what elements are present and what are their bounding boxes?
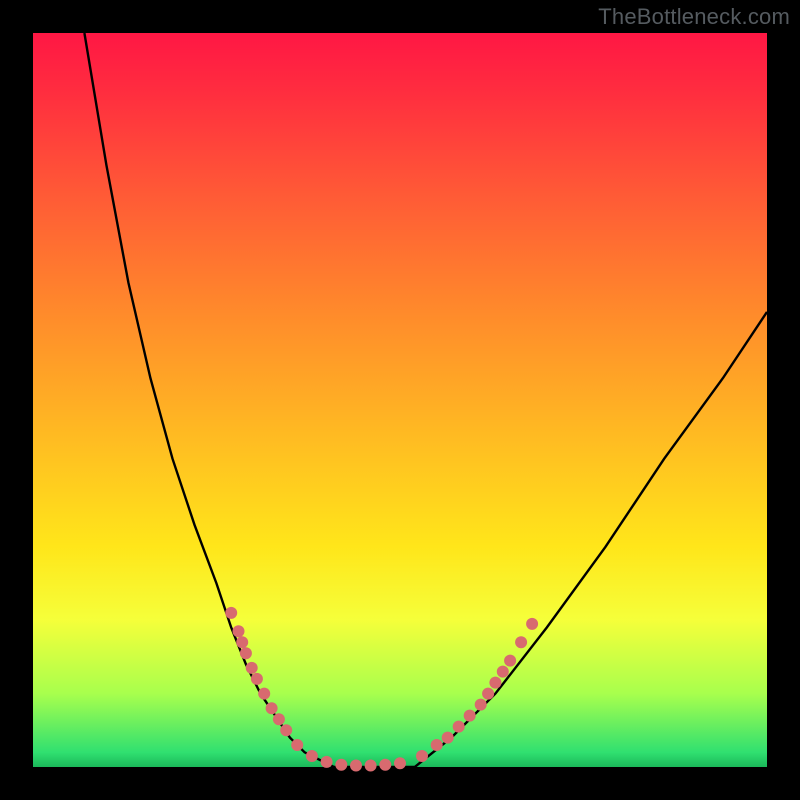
- marker-dot: [497, 666, 509, 678]
- marker-dot: [526, 618, 538, 630]
- marker-dot: [225, 607, 237, 619]
- marker-dot: [464, 710, 476, 722]
- marker-dot: [379, 759, 391, 771]
- marker-dot: [236, 636, 248, 648]
- marker-dot: [504, 655, 516, 667]
- marker-dots: [225, 607, 538, 772]
- marker-dot: [321, 756, 333, 768]
- watermark-text: TheBottleneck.com: [598, 4, 790, 30]
- marker-dot: [482, 688, 494, 700]
- marker-dot: [416, 750, 428, 762]
- marker-dot: [394, 757, 406, 769]
- marker-dot: [489, 677, 501, 689]
- marker-dot: [515, 636, 527, 648]
- bottleneck-curve: [84, 33, 767, 767]
- marker-dot: [442, 732, 454, 744]
- marker-dot: [350, 760, 362, 772]
- marker-dot: [365, 760, 377, 772]
- chart-frame: TheBottleneck.com: [0, 0, 800, 800]
- curve-layer: [33, 33, 767, 767]
- plot-area: [33, 33, 767, 767]
- marker-dot: [240, 647, 252, 659]
- marker-dot: [273, 713, 285, 725]
- marker-dot: [291, 739, 303, 751]
- marker-dot: [280, 724, 292, 736]
- marker-dot: [266, 702, 278, 714]
- marker-dot: [475, 699, 487, 711]
- marker-dot: [251, 673, 263, 685]
- marker-dot: [246, 662, 258, 674]
- marker-dot: [233, 625, 245, 637]
- marker-dot: [258, 688, 270, 700]
- marker-dot: [306, 750, 318, 762]
- marker-dot: [431, 739, 443, 751]
- marker-dot: [335, 759, 347, 771]
- marker-dot: [453, 721, 465, 733]
